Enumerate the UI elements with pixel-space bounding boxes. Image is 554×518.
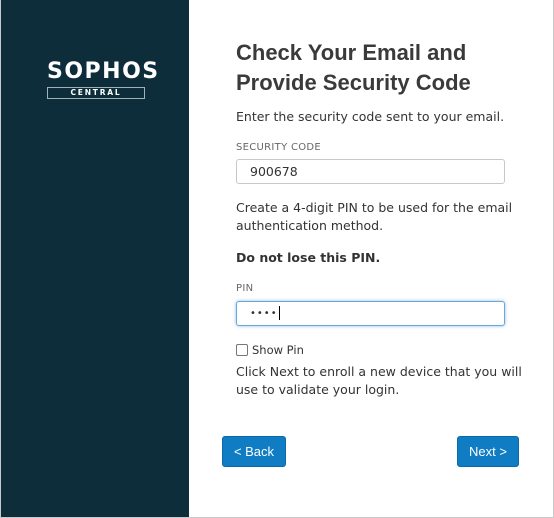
security-code-label: SECURITY CODE [236, 142, 322, 153]
pin-input[interactable]: •••• [236, 301, 505, 326]
intro-text: Enter the security code sent to your ema… [236, 109, 505, 124]
security-code-input[interactable]: 900678 [236, 159, 505, 184]
back-button[interactable]: < Back [222, 436, 286, 467]
pin-description: Create a 4-digit PIN to be used for the … [236, 200, 513, 233]
logo-wordmark: SOPHOS [47, 59, 160, 84]
show-pin-checkbox[interactable] [236, 344, 248, 356]
logo-product-name: CENTRAL [47, 87, 145, 99]
show-pin-toggle[interactable]: Show Pin [236, 343, 304, 357]
pin-label: PIN [236, 283, 254, 294]
pin-masked-value: •••• [250, 308, 278, 319]
show-pin-label: Show Pin [252, 343, 304, 357]
enrollment-window: SOPHOS CENTRAL Check Your Email and Prov… [0, 0, 554, 518]
next-button[interactable]: Next > [457, 436, 519, 467]
text-caret [278, 306, 280, 320]
pin-warning: Do not lose this PIN. [236, 250, 381, 265]
page-title: Check Your Email and Provide Security Co… [236, 40, 471, 95]
enroll-instructions: Click Next to enroll a new device that y… [236, 364, 522, 397]
sophos-central-logo: SOPHOS CENTRAL [47, 59, 160, 99]
brand-sidebar: SOPHOS CENTRAL [1, 0, 189, 517]
